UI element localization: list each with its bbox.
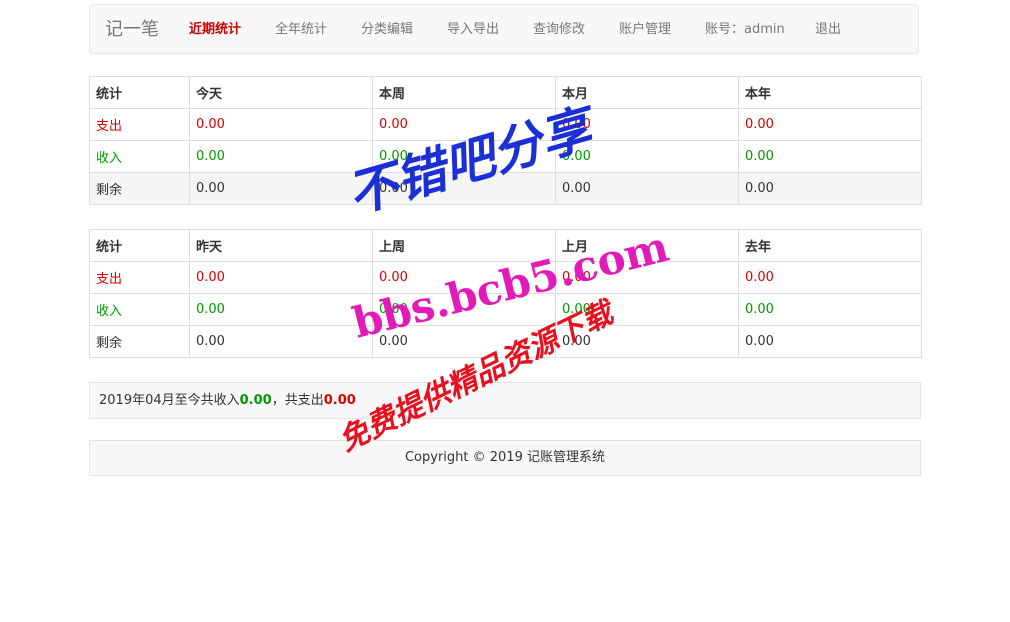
row-label: 支出 [89,261,190,294]
summary-income: 0.00 [239,393,272,408]
cell-value: 0.00 [189,140,373,173]
header-this-month: 本月 [555,76,739,109]
header-this-week: 本周 [372,76,556,109]
cell-value: 0.00 [372,172,556,205]
summary-middle: ，共支出 [271,393,324,408]
cell-value: 0.00 [189,172,373,205]
nav-yearly-stats[interactable]: 全年统计 [275,5,327,55]
nav-query-modify[interactable]: 查询修改 [533,5,585,55]
nav-account-user[interactable]: 账号：admin [705,5,785,55]
header-last-week: 上周 [372,229,556,262]
header-stat: 统计 [89,76,190,109]
summary-panel: 2019年04月至今共收入0.00，共支出0.00 [89,382,921,419]
header-yesterday: 昨天 [189,229,373,262]
summary-prefix: 2019年04月至今共收入 [99,393,240,408]
cell-value: 0.00 [555,325,739,358]
summary-expense: 0.00 [323,393,356,408]
footer: Copyright © 2019 记账管理系统 [89,440,921,476]
nav-logout[interactable]: 退出 [815,5,841,55]
cell-value: 0.00 [189,293,373,326]
cell-value: 0.00 [738,293,922,326]
table-header-row: 统计 今天 本周 本月 本年 [89,76,922,109]
row-label: 支出 [89,108,190,141]
nav-recent-stats[interactable]: 近期统计 [189,5,241,55]
table-row-balance: 剩余 0.00 0.00 0.00 0.00 [89,325,922,358]
recent-stats-table: 统计 今天 本周 本月 本年 支出 0.00 0.00 0.00 0.00 收入… [89,76,922,205]
row-label: 剩余 [89,325,190,358]
cell-value: 0.00 [372,140,556,173]
navbar: 记一笔 近期统计 全年统计 分类编辑 导入导出 查询修改 账户管理 账号：adm… [89,4,919,54]
cell-value: 0.00 [555,108,739,141]
header-last-month: 上月 [555,229,739,262]
cell-value: 0.00 [372,293,556,326]
cell-value: 0.00 [555,140,739,173]
copyright-text: Copyright © 2019 记账管理系统 [404,450,605,465]
header-today: 今天 [189,76,373,109]
previous-stats-table: 统计 昨天 上周 上月 去年 支出 0.00 0.00 0.00 0.00 收入… [89,229,922,358]
cell-value: 0.00 [189,108,373,141]
table-row-balance: 剩余 0.00 0.00 0.00 0.00 [89,172,922,205]
table-row-income: 收入 0.00 0.00 0.00 0.00 [89,140,922,173]
cell-value: 0.00 [372,325,556,358]
cell-value: 0.00 [189,325,373,358]
cell-value: 0.00 [372,108,556,141]
header-this-year: 本年 [738,76,922,109]
nav-category-edit[interactable]: 分类编辑 [361,5,413,55]
header-stat: 统计 [89,229,190,262]
table-row-expense: 支出 0.00 0.00 0.00 0.00 [89,108,922,141]
row-label: 剩余 [89,172,190,205]
header-last-year: 去年 [738,229,922,262]
cell-value: 0.00 [738,261,922,294]
brand-logo[interactable]: 记一笔 [105,5,159,55]
nav-import-export[interactable]: 导入导出 [447,5,499,55]
cell-value: 0.00 [738,172,922,205]
cell-value: 0.00 [372,261,556,294]
cell-value: 0.00 [555,293,739,326]
nav-account-manage[interactable]: 账户管理 [619,5,671,55]
cell-value: 0.00 [189,261,373,294]
row-label: 收入 [89,293,190,326]
cell-value: 0.00 [555,172,739,205]
cell-value: 0.00 [555,261,739,294]
cell-value: 0.00 [738,325,922,358]
table-header-row: 统计 昨天 上周 上月 去年 [89,229,922,262]
cell-value: 0.00 [738,108,922,141]
table-row-income: 收入 0.00 0.00 0.00 0.00 [89,293,922,326]
row-label: 收入 [89,140,190,173]
cell-value: 0.00 [738,140,922,173]
table-row-expense: 支出 0.00 0.00 0.00 0.00 [89,261,922,294]
